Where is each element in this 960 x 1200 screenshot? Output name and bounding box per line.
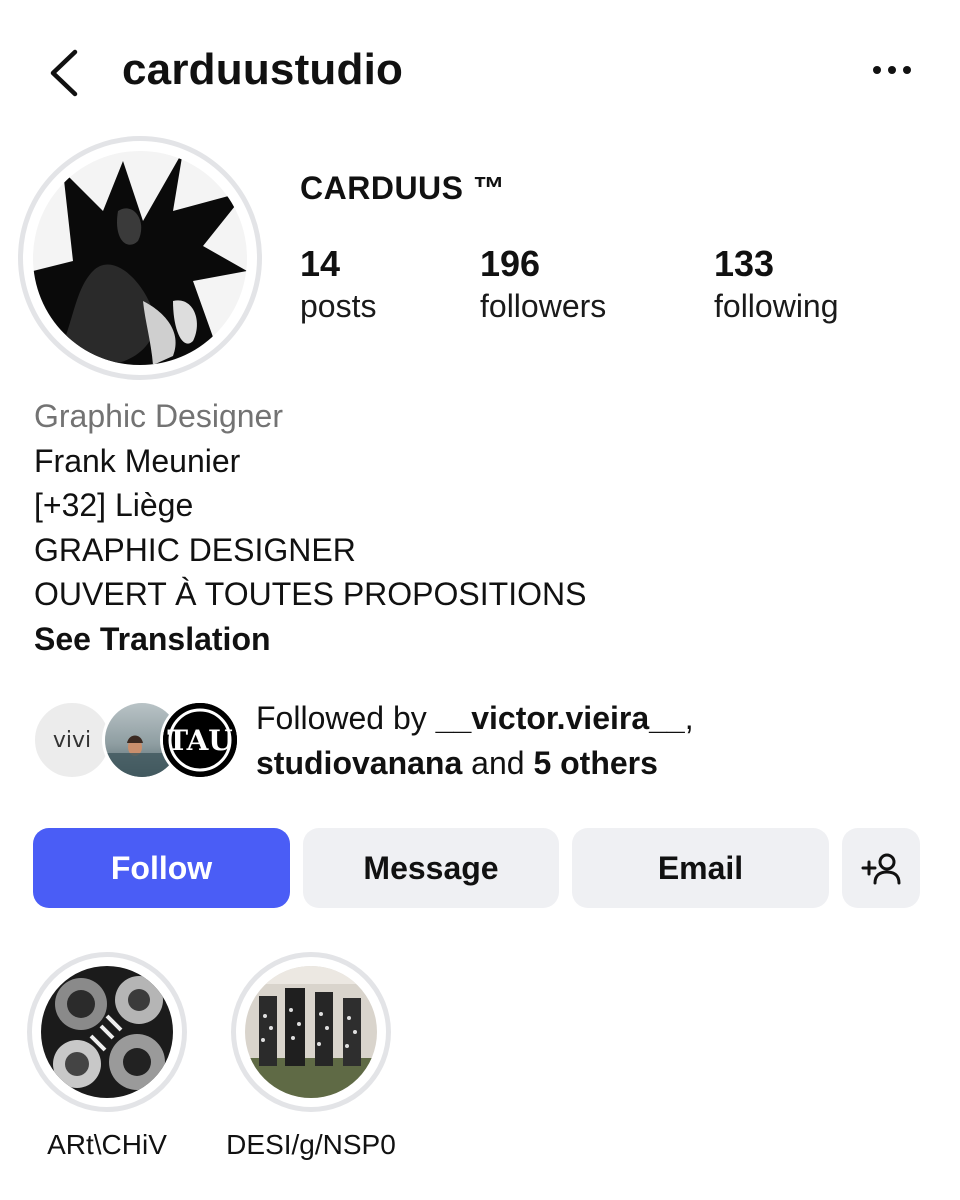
mutual-user-link[interactable]: studiovanana bbox=[256, 745, 462, 781]
bio-line: OUVERT À TOUTES PROPOSITIONS bbox=[34, 576, 587, 612]
bio: Graphic Designer Frank Meunier [+32] Liè… bbox=[34, 394, 914, 661]
posts-label: posts bbox=[300, 288, 377, 324]
bio-line: Frank Meunier bbox=[34, 442, 241, 479]
add-person-button[interactable] bbox=[842, 828, 920, 908]
followers-count: 196 bbox=[480, 243, 541, 284]
message-button[interactable]: Message bbox=[303, 828, 559, 908]
back-button[interactable] bbox=[40, 45, 88, 101]
ellipsis-icon bbox=[873, 66, 881, 74]
stat-following[interactable]: 133 following bbox=[714, 242, 839, 326]
posts-count: 14 bbox=[300, 243, 341, 284]
follow-button[interactable]: Follow bbox=[33, 828, 290, 908]
highlight-label: ARt\CHiV bbox=[47, 1129, 167, 1160]
mutual-avatar: TAU bbox=[160, 700, 240, 780]
bio-category: Graphic Designer bbox=[34, 398, 283, 434]
profile-avatar-ring[interactable] bbox=[18, 136, 262, 380]
highlight-cover bbox=[245, 966, 377, 1098]
add-person-icon bbox=[861, 853, 901, 885]
email-button[interactable]: Email bbox=[572, 828, 829, 908]
see-translation-link[interactable]: See Translation bbox=[34, 617, 914, 662]
followed-by-comma: , bbox=[684, 700, 694, 736]
followed-by-text: Followed by __victor.vieira__, studiovan… bbox=[256, 696, 936, 786]
more-options-button[interactable] bbox=[860, 48, 924, 92]
mutual-user-link[interactable]: __victor.vieira__ bbox=[436, 700, 685, 736]
display-name: CARDUUS ™ bbox=[300, 170, 506, 206]
story-highlight[interactable]: DESI/g/NSP0 bbox=[226, 952, 396, 1164]
highlight-cover bbox=[41, 966, 173, 1098]
followed-by-and: and bbox=[462, 745, 534, 781]
highlight-ring bbox=[27, 952, 187, 1112]
chevron-left-icon bbox=[50, 49, 78, 97]
highlight-label: DESI/g/NSP0 bbox=[226, 1129, 396, 1160]
story-highlight[interactable]: ARt\CHiV bbox=[22, 952, 192, 1164]
followers-label: followers bbox=[480, 288, 607, 324]
svg-text:TAU: TAU bbox=[167, 724, 232, 757]
bio-line: [+32] Liège bbox=[34, 487, 194, 523]
mutual-avatar: vivi bbox=[32, 700, 112, 780]
following-count: 133 bbox=[714, 243, 775, 284]
followed-by-prefix: Followed by bbox=[256, 700, 436, 736]
header-username: carduustudio bbox=[122, 45, 404, 94]
mutual-avatar-text: vivi bbox=[52, 727, 92, 753]
mutual-followers-avatars[interactable]: vivi TAU bbox=[32, 700, 242, 782]
mutual-others-link[interactable]: 5 others bbox=[533, 745, 657, 781]
following-label: following bbox=[714, 288, 839, 324]
profile-header: carduustudio bbox=[0, 0, 960, 140]
highlight-ring bbox=[231, 952, 391, 1112]
stat-followers[interactable]: 196 followers bbox=[480, 242, 606, 326]
profile-avatar bbox=[33, 151, 247, 365]
stat-posts[interactable]: 14 posts bbox=[300, 242, 376, 326]
bio-line: GRAPHIC DESIGNER bbox=[34, 531, 356, 568]
